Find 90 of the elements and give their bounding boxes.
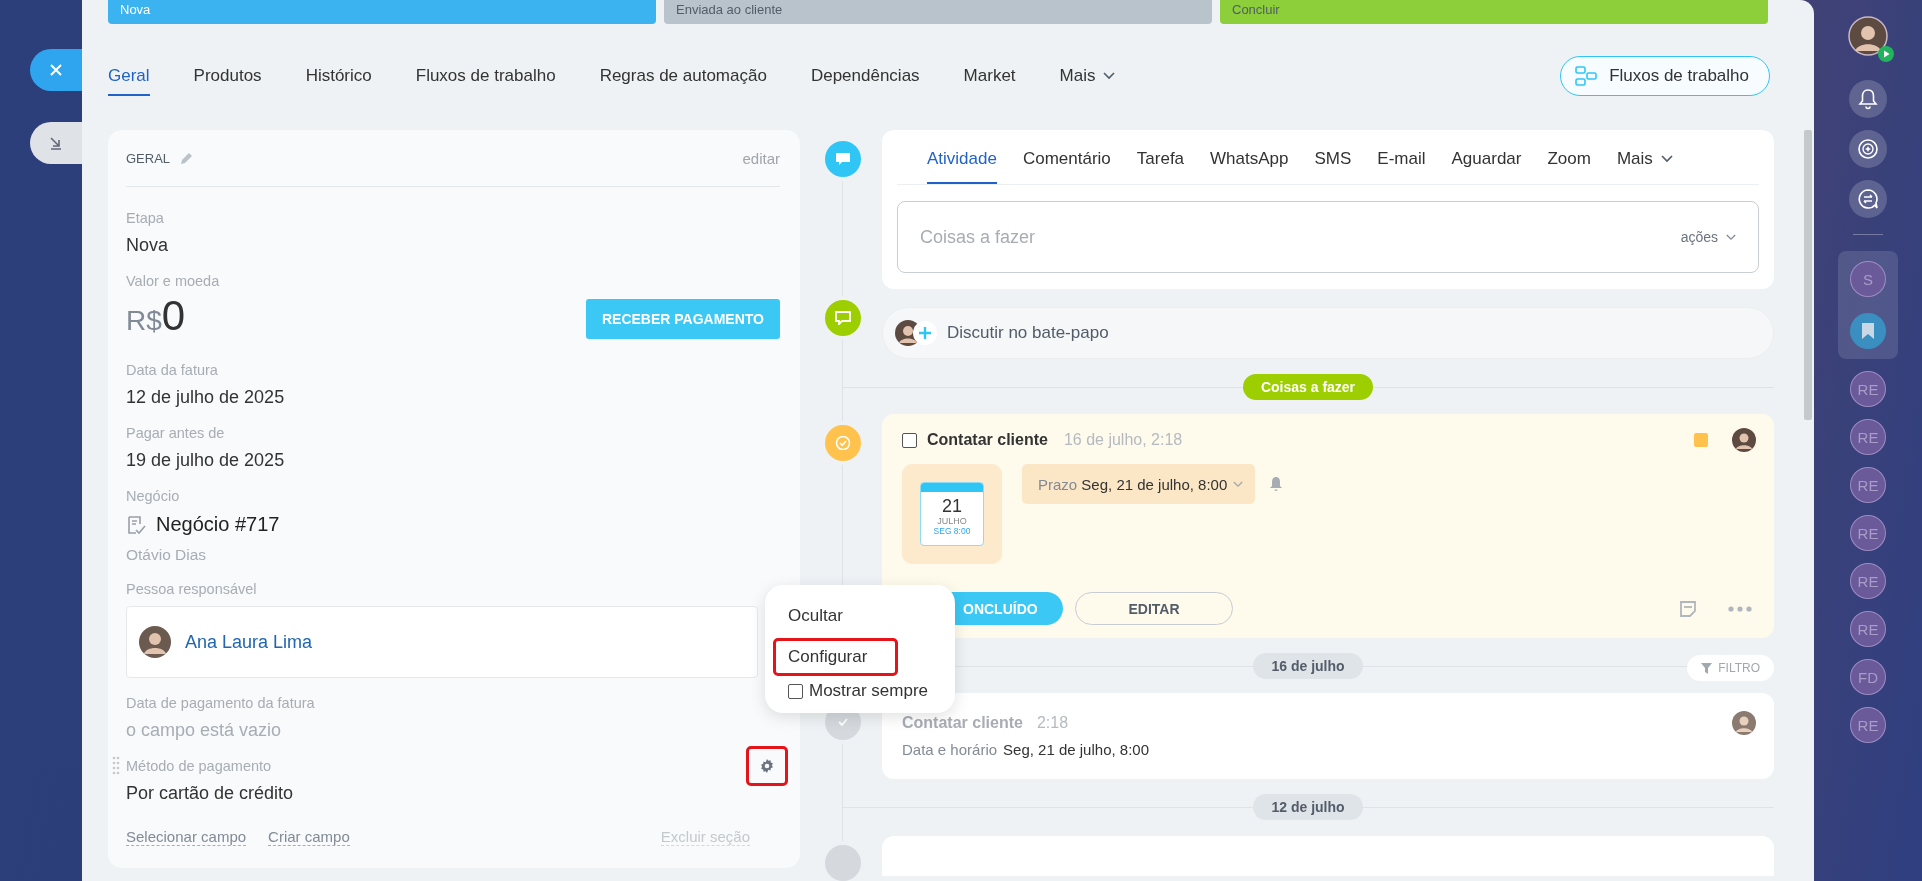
chevron-down-icon [1660,155,1673,163]
tab[interactable]: Mais [1059,56,1116,96]
record-time: 2:18 [1036,714,1069,732]
section-title: GERAL [126,150,171,166]
close-button[interactable] [30,49,82,91]
calendar-icon: 21 JULHO SEG 8:00 [920,482,984,546]
chat-label: Discutir no bate-papo [947,323,1109,343]
field-value: 12 de julho de 2025 [126,387,286,408]
minimize-button[interactable] [30,122,82,164]
activity-tab[interactable]: Tarefa [1136,130,1185,184]
tab[interactable]: Fluxos de trabalho [415,56,556,96]
play-icon[interactable] [1878,46,1894,62]
record-label: Data e horário [902,741,998,758]
field-label: Etapa [126,210,164,226]
activity-tab[interactable]: SMS [1314,130,1352,184]
avatar[interactable] [1848,16,1888,56]
menu-item[interactable]: Ocultar [773,597,858,635]
activity-tab[interactable]: Atividade [927,130,997,184]
field-label: Pagar antes de [126,425,225,441]
field-label: Negócio [126,488,180,504]
workflows-button[interactable]: Fluxos de trabalho [1560,56,1770,96]
comment-icon [825,141,861,177]
funnel-icon [1701,662,1713,674]
avatar [1732,711,1756,735]
add-icon[interactable] [913,321,937,345]
field-value: o campo está vazio [126,720,283,741]
activity-tab[interactable]: WhatsApp [1210,130,1289,184]
avatar [1732,428,1756,452]
stage-bar[interactable]: Enviada ao cliente [664,0,1212,24]
activity-input[interactable]: Coisas a fazer ações [897,201,1759,273]
date-label: 12 de julho [1253,793,1363,820]
actions-dropdown[interactable]: ações [1680,229,1736,245]
check-icon [825,425,861,461]
field-value: Por cartão de crédito [126,783,295,804]
field-label: Data de pagamento da fatura [126,695,315,711]
field-label: Valor e moeda [126,273,220,289]
activity-tab[interactable]: Aguardar [1451,130,1522,184]
menu-item[interactable]: Configurar [773,638,899,676]
chevron-down-icon [1233,480,1244,488]
field-label: Pessoa responsável [126,581,257,597]
checkbox[interactable] [902,432,917,448]
field-label: Método de pagamento [126,758,272,774]
drag-handle-icon[interactable] [112,756,120,776]
chevron-down-icon [1726,233,1736,241]
deal-link[interactable]: Negócio #717 [156,513,280,536]
scrollbar-thumb[interactable] [1804,130,1812,420]
field-value: 19 de julho de 2025 [126,450,286,471]
person-link[interactable]: Ana Laura Lima [185,631,313,653]
activity-tab[interactable]: Mais [1616,130,1673,184]
record-value: Seg, 21 de julho, 8:00 [1003,741,1149,758]
task-title: Contatar cliente [927,431,1048,449]
field-action-link[interactable]: Criar campo [268,828,350,846]
date-label: 16 de julho [1253,652,1363,679]
task-time: 16 de julho, 2:18 [1063,431,1183,449]
color-tag-icon[interactable] [1694,433,1708,447]
amount-value: R$0 [126,292,186,341]
tab[interactable]: Dependências [810,56,920,96]
document-check-icon [126,514,146,535]
tab[interactable]: Market [963,56,1016,96]
section-pill: Coisas a fazer [1242,373,1374,400]
avatar [139,626,171,658]
tab[interactable]: Regras de automação [599,56,767,96]
record-title: Contatar cliente [902,714,1023,732]
tab[interactable]: Produtos [193,56,262,96]
field-value: Nova [126,235,170,256]
activity-tab[interactable]: Comentário [1022,130,1111,184]
checkbox-label: Mostrar sempre [809,681,929,701]
contact-name: Otávio Dias [126,546,208,564]
arrow-down-right-icon [48,135,64,151]
gear-icon [759,758,775,774]
checkbox[interactable] [788,683,803,699]
close-icon [48,62,64,78]
activity-tab[interactable]: Zoom [1547,130,1591,184]
bookmark-icon[interactable] [1850,313,1886,349]
timeline-dot [825,845,861,881]
chat-arrows-icon[interactable] [1849,180,1887,218]
stage-bar[interactable]: Concluir [1220,0,1768,24]
tab[interactable]: Geral [108,56,150,96]
tab[interactable]: Histórico [305,56,372,96]
settings-button[interactable] [746,746,788,786]
activity-tab[interactable]: E-mail [1377,130,1426,184]
chevron-down-icon [1103,72,1116,80]
field-action-link[interactable]: Selecionar campo [126,828,247,846]
bell-icon[interactable] [1849,80,1887,118]
field-label: Data da fatura [126,362,218,378]
spiral-icon[interactable] [1849,130,1887,168]
chat-bar[interactable]: Discutir no bate-papo [882,307,1774,359]
workflow-icon [1575,66,1598,86]
chat-icon [825,300,861,336]
deadline-dropdown[interactable]: Prazo Seg, 21 de julho, 8:00 [1022,464,1256,504]
